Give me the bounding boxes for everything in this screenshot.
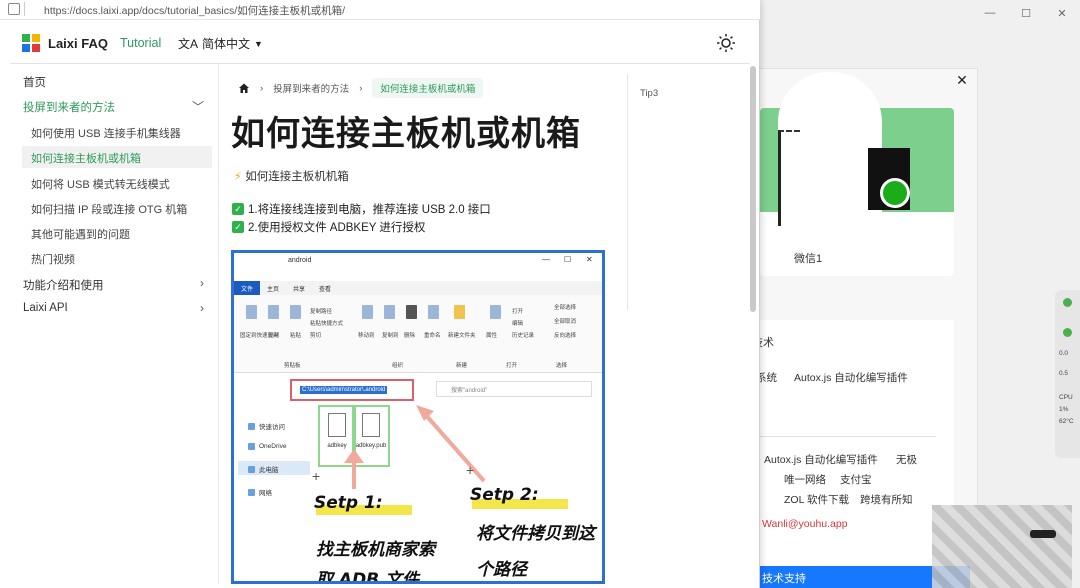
sidebar-item-usb-hub[interactable]: 如何使用 USB 连接手机集线器	[31, 125, 181, 141]
svg-text:+: +	[466, 462, 474, 478]
step-item: ✓ 1.将连接线连接到电脑，推荐连接 USB 2.0 接口	[232, 201, 491, 217]
step1-title: Setp 1:	[314, 493, 383, 513]
translate-icon: 文A	[178, 37, 199, 51]
breadcrumb-current: 如何连接主板机或机箱	[372, 78, 484, 98]
sun-icon[interactable]	[716, 33, 736, 53]
modal-close-icon[interactable]: ✕	[954, 72, 970, 88]
sidebar-item-home[interactable]: 首页	[23, 74, 46, 90]
site-header: Laixi FAQ Tutorial 文A 简体中文 ▼	[10, 22, 750, 64]
laixi-logo-icon[interactable]	[22, 34, 40, 52]
status-dot	[1063, 298, 1072, 307]
sidebar-item-usb-to-wireless[interactable]: 如何将 USB 模式转无线模式	[31, 176, 170, 192]
step1-text-2: 取 ADB 文件	[316, 570, 420, 584]
link-alipay[interactable]: 支付宝	[840, 472, 872, 487]
sidebar-item-hot-videos[interactable]: 热门视频	[31, 251, 75, 267]
status-dot	[1063, 328, 1072, 337]
mascot-eyes	[1030, 530, 1056, 538]
step1-text: 找主板机商家索	[316, 540, 435, 560]
lightning-icon: ⚡	[234, 171, 243, 183]
sidebar-item-motherboard[interactable]: 如何连接主板机或机箱	[31, 150, 141, 166]
url-text[interactable]: https://docs.laixi.app/docs/tutorial_bas…	[44, 3, 345, 18]
divider	[758, 436, 936, 437]
chevron-down-icon: ▼	[254, 38, 263, 49]
check-icon: ✓	[232, 221, 244, 233]
table-of-contents: Tip3	[627, 74, 747, 310]
step-text: 2.使用授权文件 ADBKEY 进行授权	[248, 222, 426, 234]
step2-text-2: 个路径	[476, 560, 527, 580]
lead-text: ⚡ 如何连接主板机机箱	[234, 168, 349, 184]
wechat-icon	[880, 178, 910, 208]
link-weiyi[interactable]: 唯一网络	[784, 472, 826, 487]
breadcrumb: › 投屏到来者的方法 › 如何连接主板机或机箱	[238, 78, 484, 98]
link-autox-2[interactable]: Autox.js 自动化编写插件	[764, 452, 878, 467]
sidebar-group-features[interactable]: 功能介绍和使用	[23, 277, 104, 293]
breadcrumb-parent[interactable]: 投屏到来者的方法	[273, 81, 349, 95]
sidebar-group-screencast[interactable]: 投屏到来者的方法	[23, 99, 115, 115]
svg-text:+: +	[312, 468, 320, 484]
tech-support-card	[760, 320, 954, 580]
language-dropdown[interactable]: 文A 简体中文 ▼	[178, 35, 263, 52]
window-controls: — ☐ ✕	[972, 0, 1080, 26]
mascot-image	[932, 505, 1072, 588]
net-value: 0.0	[1059, 350, 1069, 357]
link-autox[interactable]: Autox.js 自动化编写插件	[794, 370, 908, 385]
cpu-value: 1%	[1059, 406, 1069, 413]
sidebar-item-other-issues[interactable]: 其他可能遇到的问题	[31, 226, 130, 242]
chevron-down-icon[interactable]: ﹀	[192, 98, 204, 115]
net-value-2: 0.5	[1059, 370, 1069, 377]
qr-caption: 微信1	[794, 253, 823, 265]
address-separator	[24, 2, 25, 16]
step-text: 1.将连接线连接到电脑，推荐连接 USB 2.0 接口	[248, 204, 491, 216]
cpu-label: CPU	[1059, 394, 1073, 401]
system-monitor-widget[interactable]: 0.0 0.5 CPU 1% 62°C	[1055, 290, 1080, 458]
toc-item[interactable]: Tip3	[640, 88, 658, 99]
scrollbar[interactable]	[749, 64, 757, 314]
nav-tutorial-link[interactable]: Tutorial	[120, 36, 161, 50]
site-title[interactable]: Laixi FAQ	[48, 36, 108, 51]
link-zol[interactable]: ZOL 软件下载	[784, 492, 849, 507]
temp-value: 62°C	[1059, 418, 1074, 425]
chevron-right-icon[interactable]: ›	[200, 301, 204, 315]
wechat-qr-card: 微信1	[760, 72, 954, 276]
language-label: 简体中文	[202, 37, 251, 51]
sidebar-group-api[interactable]: Laixi API	[23, 302, 68, 314]
link-wuji[interactable]: 无极	[896, 452, 917, 467]
sidebar-item-ip-scan[interactable]: 如何扫描 IP 段或连接 OTG 机箱	[31, 201, 187, 217]
scrollbar-thumb[interactable]	[750, 66, 756, 312]
maximize-icon[interactable]: ☐	[1008, 0, 1044, 26]
step2-text: 将文件拷贝到这	[476, 524, 595, 544]
support-bar-label: 技术支持	[762, 573, 806, 585]
chevron-right-icon[interactable]: ›	[200, 276, 204, 290]
chevron-right-icon: ›	[359, 82, 363, 94]
chevron-right-icon: ›	[260, 82, 264, 94]
step2-title: Setp 2:	[470, 485, 539, 505]
close-icon[interactable]: ✕	[1044, 0, 1080, 26]
tutorial-screenshot: android — ☐ ✕ 文件 主页 共享 查看 固定到快速访问 复制 粘贴 …	[231, 250, 605, 584]
step-item: ✓ 2.使用授权文件 ADBKEY 进行授权	[232, 219, 425, 235]
docs-sidebar: 首页 投屏到来者的方法 ﹀ 如何使用 USB 连接手机集线器 如何连接主板机或机…	[10, 64, 219, 584]
lead-label: 如何连接主板机机箱	[245, 171, 349, 183]
home-icon[interactable]	[238, 82, 250, 94]
check-icon: ✓	[232, 203, 244, 215]
address-bar[interactable]: https://docs.laixi.app/docs/tutorial_bas…	[0, 0, 760, 20]
link-crossborder[interactable]: 跨境有所知	[860, 492, 913, 507]
support-email[interactable]: Wanli@youhu.app	[762, 518, 848, 530]
qr-code-pattern	[778, 130, 800, 226]
minimize-icon[interactable]: —	[972, 0, 1008, 26]
page-icon	[8, 3, 20, 15]
browser-window: https://docs.laixi.app/docs/tutorial_bas…	[0, 0, 760, 588]
page-title: 如何连接主板机或机箱	[231, 115, 581, 153]
